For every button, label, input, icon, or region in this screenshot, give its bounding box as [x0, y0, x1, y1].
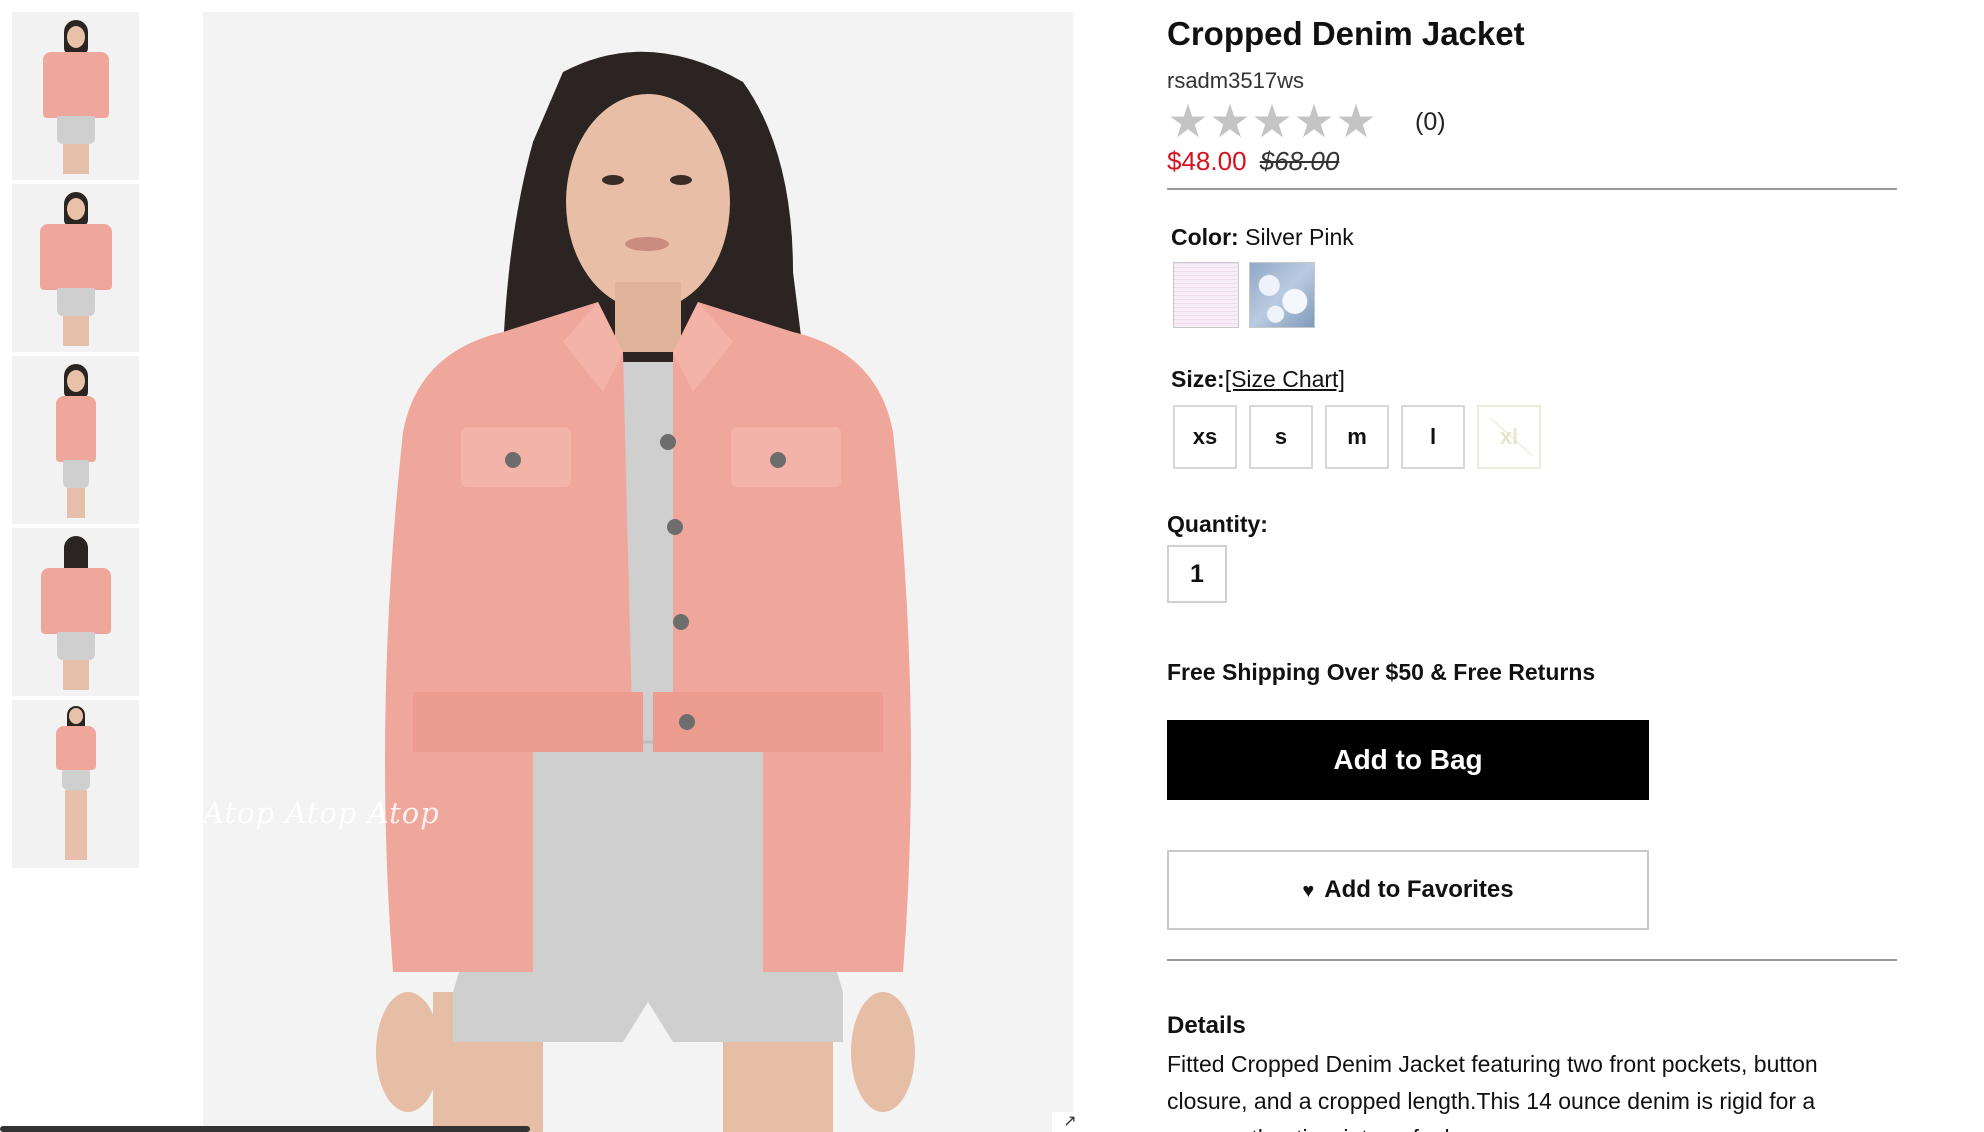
star-icon: ★: [1209, 95, 1251, 147]
size-option-xs[interactable]: xs: [1173, 405, 1237, 469]
details-heading: Details: [1167, 1012, 1246, 1039]
original-price: $68.00: [1259, 146, 1340, 176]
quantity-input[interactable]: [1167, 545, 1227, 603]
size-selector-label: Size:[Size Chart]: [1171, 366, 1345, 393]
star-icon: ★: [1251, 95, 1293, 147]
divider: [1167, 188, 1897, 190]
thumbnail-front[interactable]: [12, 12, 139, 180]
size-option-l[interactable]: l: [1401, 405, 1465, 469]
swatch-silver-pink[interactable]: [1173, 262, 1239, 328]
star-icon: ★: [1335, 95, 1377, 147]
add-to-bag-button[interactable]: Add to Bag: [1167, 720, 1649, 800]
size-label: Size:: [1171, 366, 1225, 392]
horizontal-scrollbar[interactable]: [0, 1126, 530, 1132]
size-option-s[interactable]: s: [1249, 405, 1313, 469]
thumbnail-side[interactable]: [12, 356, 139, 524]
quantity-label: Quantity:: [1167, 511, 1268, 537]
selected-color: Silver Pink: [1245, 224, 1354, 250]
add-to-favorites-button[interactable]: ♥ Add to Favorites: [1167, 850, 1649, 930]
main-product-image[interactable]: Atop Atop Atop: [203, 12, 1073, 1132]
product-title: Cropped Denim Jacket: [1167, 15, 1525, 52]
model-illustration: [203, 12, 1073, 1132]
thumbnail-back[interactable]: [12, 528, 139, 696]
heart-icon: ♥: [1302, 880, 1315, 902]
details-description: Fitted Cropped Denim Jacket featuring tw…: [1167, 1051, 1818, 1132]
divider: [1167, 959, 1897, 961]
size-option-m[interactable]: m: [1325, 405, 1389, 469]
star-icon: ★: [1167, 95, 1209, 147]
color-selector-label: Color: Silver Pink: [1171, 224, 1354, 251]
expand-icon[interactable]: ↗: [1052, 1112, 1088, 1132]
watermark-text: Atop Atop Atop: [203, 796, 440, 830]
swatch-acid-wash[interactable]: [1249, 262, 1315, 328]
thumbnail-front-closeup[interactable]: [12, 184, 139, 352]
star-icon: ★: [1293, 95, 1335, 147]
size-option-xl-unavailable[interactable]: xl: [1477, 405, 1541, 469]
product-sku: rsadm3517ws: [1167, 68, 1304, 93]
size-chart-link[interactable]: [Size Chart]: [1225, 366, 1345, 392]
price: $48.00 $68.00: [1167, 146, 1339, 177]
thumbnail-list: [12, 12, 139, 872]
shipping-note: Free Shipping Over $50 & Free Returns: [1167, 659, 1596, 685]
sale-price: $48.00: [1167, 146, 1247, 176]
color-label: Color:: [1171, 224, 1239, 250]
add-to-favorites-label: Add to Favorites: [1324, 876, 1514, 903]
thumbnail-full-body[interactable]: [12, 700, 139, 868]
rating-stars[interactable]: ★ ★ ★ ★ ★: [1167, 98, 1377, 144]
review-count[interactable]: (0): [1415, 108, 1446, 137]
